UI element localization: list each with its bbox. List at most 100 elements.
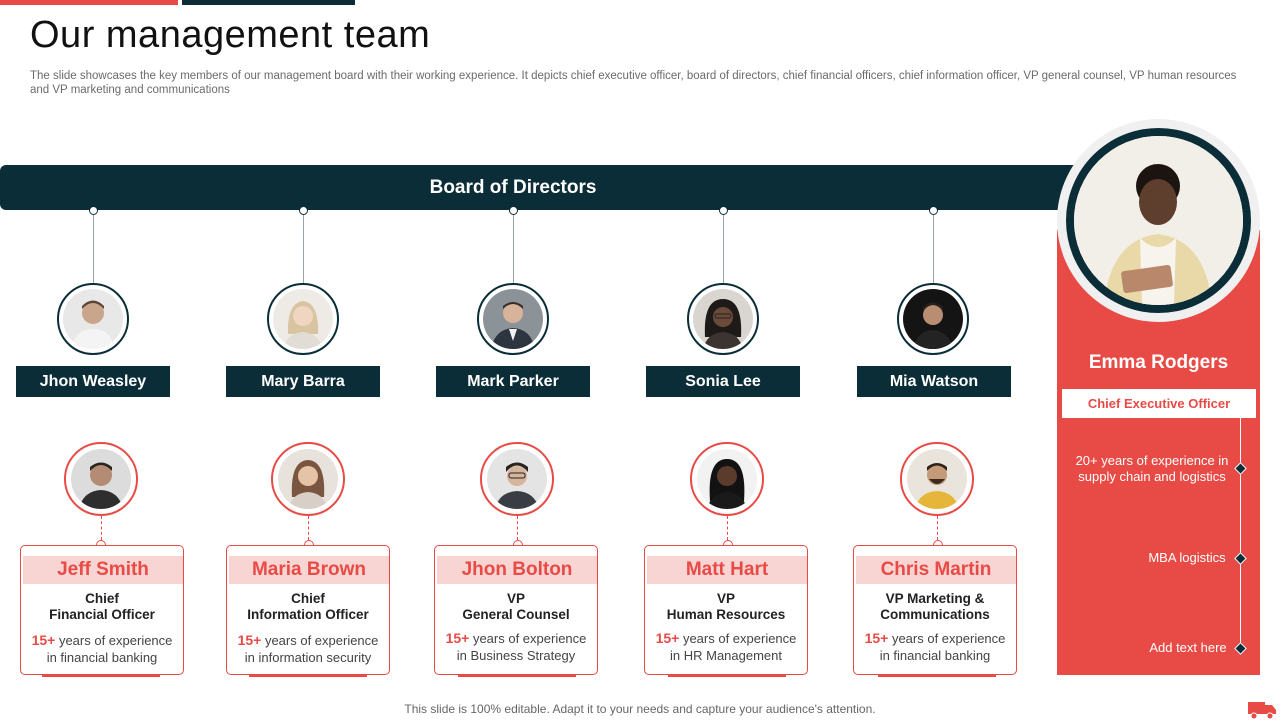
officer-role: Chief Information Officer [227,591,389,623]
connector-dot [929,206,938,215]
person-photo-icon [697,449,757,509]
experience-highlight: 15+ [445,630,470,646]
connector-dot [509,206,518,215]
card-underline [249,674,367,677]
experience-highlight: 15+ [655,630,680,646]
officer-card: Chris Martin VP Marketing & Communicatio… [853,545,1017,675]
officer-role: Chief Financial Officer [21,591,183,623]
experience-text: years of experience [888,631,1006,646]
person-photo-icon [1074,136,1243,305]
card-underline [42,674,160,677]
avatar-board-1 [57,283,129,355]
board-member-name: Jhon Weasley [16,366,170,397]
experience-text: years of experience [469,631,587,646]
officer-role-line1: VP [506,591,525,606]
board-of-directors-label: Board of Directors [429,177,597,198]
experience-field: in HR Management [670,648,782,663]
ceo-education: MBA logistics [1148,550,1226,565]
board-member-name: Mark Parker [436,366,590,397]
ceo-experience: 20+ years of experience in supply chain … [1064,453,1240,485]
experience-text: years of experience [261,633,379,648]
avatar-board-4 [687,283,759,355]
avatar-officer-1 [64,442,138,516]
connector-line [303,215,304,283]
experience-field: in information security [244,650,372,665]
connector-line [93,215,94,283]
officer-card: Maria Brown Chief Information Officer 15… [226,545,390,675]
officer-name: Maria Brown [229,556,389,584]
person-photo-icon [278,449,338,509]
connector-dashed-line [727,516,728,540]
officer-experience: 15+ years of experience in Business Stra… [435,630,597,664]
connector-dashed-line [101,516,102,540]
connector-dashed-line [308,516,309,540]
person-photo-icon [273,289,333,349]
officer-role: VP Human Resources [645,591,807,623]
connector-dot [719,206,728,215]
officer-role-line2: Human Resources [666,607,786,622]
officer-role-line2: General Counsel [462,607,570,622]
experience-text: years of experience [55,633,173,648]
experience-field: in financial banking [46,650,158,665]
top-accent-bar-red [0,0,178,5]
officer-role-line1: VP Marketing & [885,591,985,606]
card-underline [458,674,576,677]
person-photo-icon [63,289,123,349]
ceo-point-line: 20+ years of experience in [1075,453,1229,468]
officer-card: Jhon Bolton VP General Counsel 15+ years… [434,545,598,675]
card-underline [668,674,786,677]
page-subtitle: The slide showcases the key members of o… [30,70,1237,96]
officer-card: Matt Hart VP Human Resources 15+ years o… [644,545,808,675]
officer-role: VP Marketing & Communications [854,591,1016,623]
person-photo-icon [693,289,753,349]
person-photo-icon [483,289,543,349]
avatar-board-5 [897,283,969,355]
ceo-point-line: supply chain and logistics [1078,469,1226,484]
board-member-name: Mary Barra [226,366,380,397]
connector-line [723,215,724,283]
officer-role-line2: Financial Officer [49,607,155,622]
officer-name: Jeff Smith [23,556,183,584]
ceo-name: Emma Rodgers [1088,352,1229,373]
experience-highlight: 15+ [864,630,889,646]
connector-dot [299,206,308,215]
connector-dashed-line [517,516,518,540]
ceo-photo [1074,136,1243,305]
officer-name: Jhon Bolton [437,556,597,584]
officer-role-line1: Chief [291,591,325,606]
person-photo-icon [903,289,963,349]
ceo-note: Add text here [1149,640,1227,655]
avatar-officer-4 [690,442,764,516]
officer-experience: 15+ years of experience in financial ban… [854,630,1016,664]
officer-role-line2: Information Officer [247,607,369,622]
person-photo-icon [907,449,967,509]
ceo-timeline-line [1240,418,1241,650]
person-photo-icon [71,449,131,509]
ceo-title: Chief Executive Officer [1061,388,1257,419]
connector-line [933,215,934,283]
truck-icon [1247,698,1277,720]
officer-role: VP General Counsel [435,591,597,623]
officer-role-line1: VP [716,591,735,606]
page-title: Our management team [30,14,431,56]
person-photo-icon [487,449,547,509]
board-member-name: Mia Watson [857,366,1011,397]
experience-field: in Business Strategy [456,648,576,663]
experience-text: years of experience [679,631,797,646]
avatar-officer-2 [271,442,345,516]
officer-role-line2: Communications [880,607,990,622]
officer-card: Jeff Smith Chief Financial Officer 15+ y… [20,545,184,675]
avatar-officer-3 [480,442,554,516]
card-underline [878,674,996,677]
officer-name: Chris Martin [856,556,1016,584]
experience-highlight: 15+ [31,632,56,648]
experience-highlight: 15+ [237,632,262,648]
connector-dashed-line [937,516,938,540]
avatar-officer-5 [900,442,974,516]
officer-experience: 15+ years of experience in HR Management [645,630,807,664]
top-accent-bar-dark [182,0,355,5]
avatar-board-2 [267,283,339,355]
experience-field: in financial banking [879,648,991,663]
officer-experience: 15+ years of experience in financial ban… [21,632,183,666]
connector-line [513,215,514,283]
